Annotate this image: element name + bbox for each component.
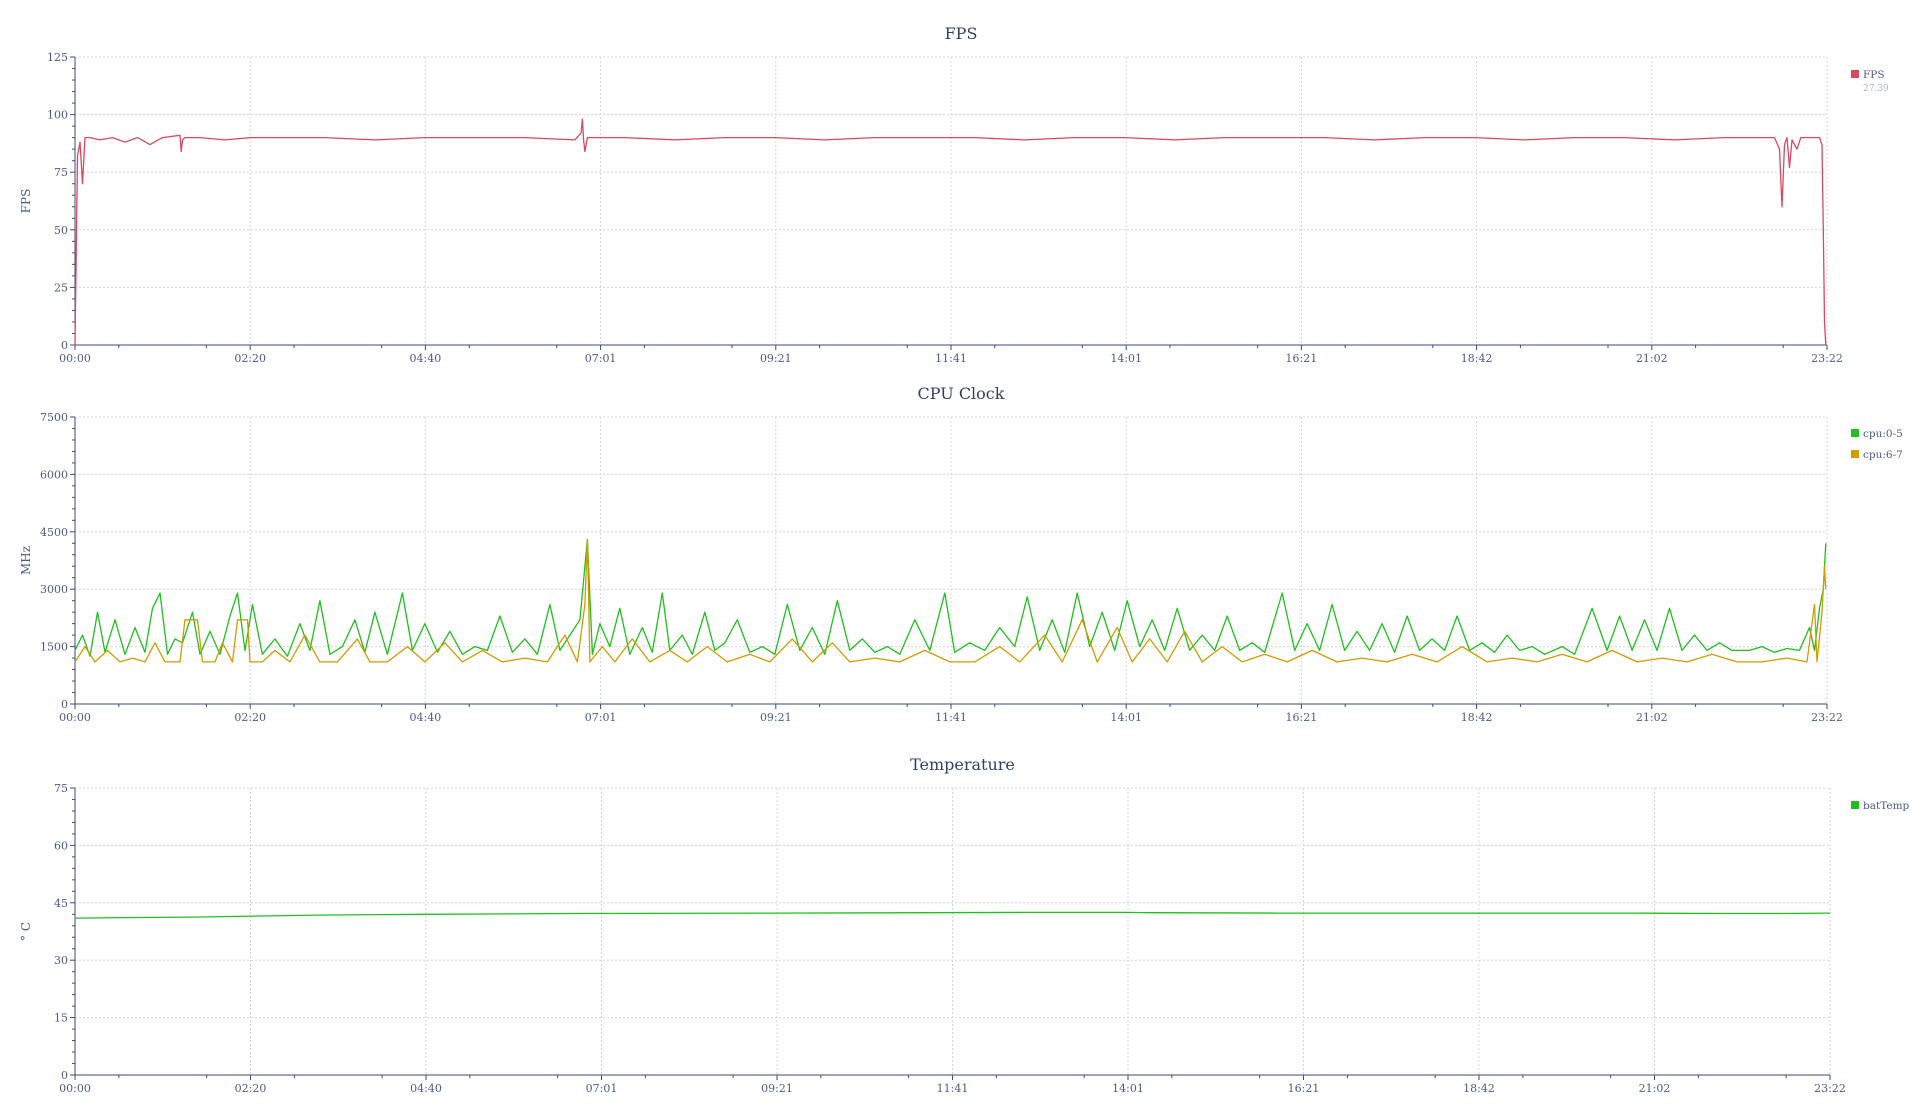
- y-axis-label: MHz: [19, 546, 33, 575]
- y-tick-label: 0: [61, 339, 68, 352]
- legend-swatch: [1851, 70, 1859, 78]
- x-tick-label: 21:02: [1636, 711, 1668, 724]
- x-tick-label: 18:42: [1461, 352, 1493, 365]
- y-tick-label: 60: [54, 839, 68, 852]
- x-tick-label: 18:42: [1463, 1082, 1495, 1095]
- y-tick-label: 125: [47, 51, 68, 64]
- chart-title: CPU Clock: [918, 384, 1005, 403]
- y-tick-label: 45: [54, 897, 68, 910]
- x-tick-label: 04:40: [410, 1082, 442, 1095]
- legend-swatch: [1851, 801, 1859, 809]
- x-tick-label: 00:00: [59, 1082, 91, 1095]
- chart-3: Temperature ° C 00:00 02:20 04:40 07:01 09:21 1…: [19, 755, 1910, 1095]
- x-tick-label: 09:21: [761, 1082, 793, 1095]
- x-tick-label: 00:00: [59, 352, 91, 365]
- y-tick-label: 7500: [40, 411, 68, 424]
- x-tick-label: 11:41: [935, 352, 967, 365]
- x-tick-label: 11:41: [937, 1082, 969, 1095]
- series-line-cpu:6-7: [74, 538, 1827, 663]
- y-tick-label: 50: [54, 224, 68, 237]
- series-line-cpu:0-5: [74, 538, 1827, 657]
- x-tick-label: 23:22: [1814, 1082, 1846, 1095]
- x-tick-label: 16:21: [1286, 711, 1318, 724]
- x-tick-label: 09:21: [760, 352, 792, 365]
- x-tick-label: 00:00: [59, 711, 91, 724]
- charts-canvas: FPS FPS 00:00 02:20 04:40 07:01 09:21 11:41 14:0…: [19, 24, 1910, 1095]
- y-tick-label: 1500: [40, 641, 68, 654]
- x-tick-label: 02:20: [235, 1082, 267, 1095]
- x-tick-label: 16:21: [1286, 352, 1318, 365]
- x-tick-label: 23:22: [1811, 711, 1843, 724]
- chart-2: CPU Clock MHz 00:00 02:20 04:40 07:01 09:21 11:…: [19, 384, 1903, 724]
- x-tick-label: 07:01: [585, 352, 617, 365]
- legend-label: batTemp: [1863, 800, 1910, 812]
- y-tick-label: 100: [47, 109, 68, 122]
- legend-label: FPS: [1863, 69, 1885, 81]
- x-tick-label: 14:01: [1112, 1082, 1144, 1095]
- legend-label: cpu:0-5: [1863, 428, 1903, 440]
- legend-note: 27.39: [1863, 84, 1889, 94]
- x-tick-label: 14:01: [1110, 352, 1142, 365]
- x-tick-label: 16:21: [1288, 1082, 1320, 1095]
- chart-1: FPS FPS 00:00 02:20 04:40 07:01 09:21 11:41 14:0…: [19, 24, 1889, 365]
- x-tick-label: 21:02: [1639, 1082, 1671, 1095]
- legend-swatch: [1851, 429, 1859, 437]
- legend-label: cpu:6-7: [1863, 449, 1903, 461]
- x-tick-label: 07:01: [585, 711, 617, 724]
- x-tick-label: 23:22: [1811, 352, 1843, 365]
- x-tick-label: 02:20: [234, 352, 266, 365]
- y-tick-label: 15: [54, 1012, 68, 1025]
- legend-swatch: [1851, 450, 1859, 458]
- y-tick-label: 25: [54, 281, 68, 294]
- y-tick-label: 75: [54, 166, 68, 179]
- series-line-FPS: [74, 118, 1827, 346]
- y-tick-label: 4500: [40, 526, 68, 539]
- x-tick-label: 11:41: [935, 711, 967, 724]
- chart-title: Temperature: [910, 755, 1015, 774]
- x-tick-label: 18:42: [1461, 711, 1493, 724]
- y-tick-label: 75: [54, 782, 68, 795]
- y-tick-label: 0: [61, 1069, 68, 1082]
- chart-title: FPS: [945, 24, 978, 43]
- x-tick-label: 14:01: [1110, 711, 1142, 724]
- y-axis-label: FPS: [19, 189, 33, 214]
- x-tick-label: 04:40: [410, 711, 442, 724]
- y-axis-label: ° C: [19, 922, 33, 941]
- y-tick-label: 3000: [40, 583, 68, 596]
- x-tick-label: 21:02: [1636, 352, 1668, 365]
- x-tick-label: 07:01: [586, 1082, 618, 1095]
- x-tick-label: 02:20: [234, 711, 266, 724]
- y-tick-label: 30: [54, 954, 68, 967]
- y-tick-label: 0: [61, 698, 68, 711]
- y-tick-label: 6000: [40, 468, 68, 481]
- x-tick-label: 04:40: [410, 352, 442, 365]
- x-tick-label: 09:21: [760, 711, 792, 724]
